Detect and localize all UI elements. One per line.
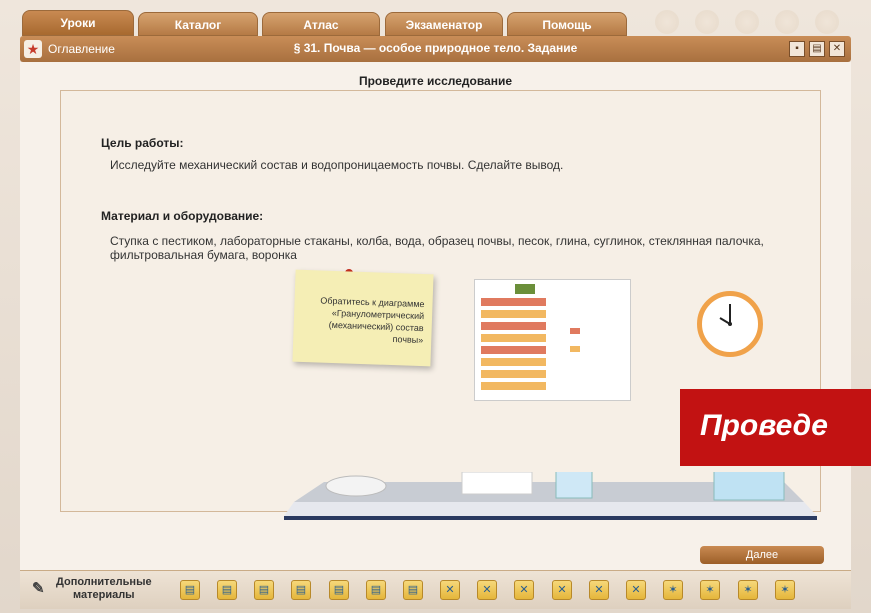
goal-text: Исследуйте механический состав и водопро…: [110, 158, 564, 172]
materials-text: Ступка с пестиком, лабораторные стаканы,…: [110, 234, 764, 262]
decor-icon: [735, 10, 759, 34]
granulometric-diagram-thumbnail[interactable]: [474, 279, 631, 401]
decor-icon: [775, 10, 799, 34]
material-map-icon[interactable]: ✕: [514, 580, 534, 600]
material-star-icon[interactable]: ✶: [738, 580, 758, 600]
more-label-line-1: Дополнительные: [56, 576, 152, 588]
material-star-icon[interactable]: ✶: [700, 580, 720, 600]
additional-materials-label[interactable]: ✎ Дополнительные материалы: [32, 576, 152, 602]
decor-icon: [695, 10, 719, 34]
tab-lessons[interactable]: Уроки: [22, 10, 134, 36]
clock-icon: [697, 291, 763, 357]
tab-catalog[interactable]: Каталог: [138, 12, 258, 36]
note-text: Обратитесь к диаграмме «Гранулометрическ…: [320, 295, 425, 346]
material-map-icon[interactable]: ✕: [589, 580, 609, 600]
close-icon[interactable]: ✕: [829, 41, 845, 57]
material-map-icon[interactable]: ✕: [477, 580, 497, 600]
material-doc-icon[interactable]: ▤: [254, 580, 274, 600]
material-star-icon[interactable]: ✶: [663, 580, 683, 600]
lab-table-illustration: [284, 472, 817, 520]
sticky-note: Обратитесь к диаграмме «Гранулометрическ…: [292, 269, 434, 367]
material-doc-icon[interactable]: ▤: [329, 580, 349, 600]
window-controls: ▪ ▤ ✕: [789, 41, 845, 57]
material-map-icon[interactable]: ✕: [552, 580, 572, 600]
decor-icon: [655, 10, 679, 34]
material-map-icon[interactable]: ✕: [440, 580, 460, 600]
material-doc-icon[interactable]: ▤: [403, 580, 423, 600]
app-window: Уроки Каталог Атлас Экзаменатор Помощь ★…: [0, 0, 871, 613]
material-doc-icon[interactable]: ▤: [366, 580, 386, 600]
material-star-icon[interactable]: ✶: [775, 580, 795, 600]
material-doc-icon[interactable]: ▤: [217, 580, 237, 600]
banner-text: Проведе: [700, 409, 828, 442]
next-button[interactable]: Далее: [700, 546, 824, 564]
tab-examiner[interactable]: Экзаменатор: [385, 12, 503, 36]
red-banner: Проведе: [680, 389, 871, 466]
material-map-icon[interactable]: ✕: [626, 580, 646, 600]
task-page: Проведите исследование Цель работы: Иссл…: [20, 62, 851, 570]
pencil-icon: ✎: [32, 580, 45, 597]
tab-atlas[interactable]: Атлас: [262, 12, 380, 36]
material-doc-icon[interactable]: ▤: [291, 580, 311, 600]
decor-icon: [815, 10, 839, 34]
additional-materials-text: Дополнительные материалы: [56, 576, 152, 602]
diagram-image: [481, 284, 580, 390]
additional-materials-bar: ✎ Дополнительные материалы ▤ ▤ ▤ ▤ ▤ ▤ ▤…: [20, 570, 851, 609]
material-doc-icon[interactable]: ▤: [180, 580, 200, 600]
page-title: § 31. Почва — особое природное тело. Зад…: [293, 41, 578, 55]
save-icon[interactable]: ▪: [789, 41, 805, 57]
clock-face: [719, 304, 732, 326]
page-subtitle: Проведите исследование: [358, 74, 513, 88]
goal-heading: Цель работы:: [101, 136, 184, 150]
title-bar: ★ Оглавление § 31. Почва — особое природ…: [20, 36, 851, 62]
more-label-line-2: материалы: [72, 589, 135, 601]
tab-help[interactable]: Помощь: [507, 12, 627, 36]
top-tab-bar: Уроки Каталог Атлас Экзаменатор Помощь: [0, 0, 871, 36]
materials-heading: Материал и оборудование:: [101, 209, 264, 223]
print-icon[interactable]: ▤: [809, 41, 825, 57]
